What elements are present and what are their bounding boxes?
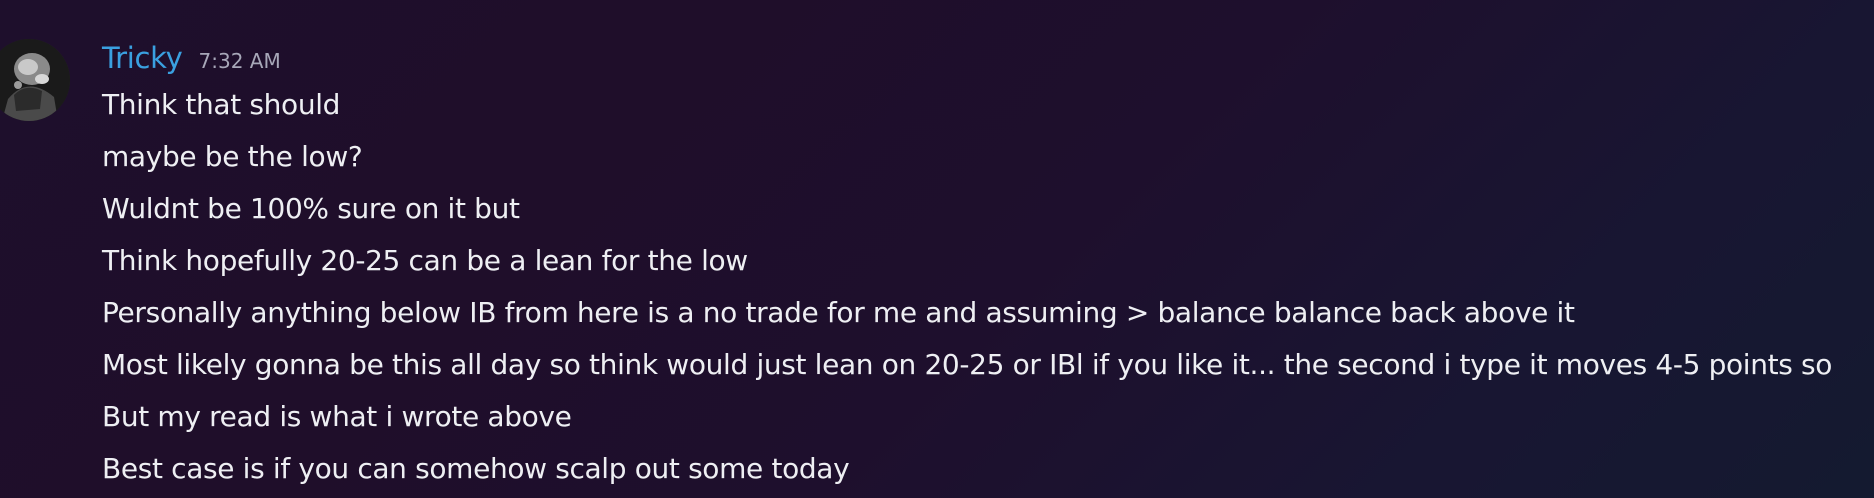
timestamp[interactable]: 7:32 AM (199, 49, 281, 73)
username[interactable]: Tricky (102, 41, 183, 75)
message-content: Tricky 7:32 AM Think that should maybe b… (102, 38, 1862, 495)
user-avatar-photo-icon (0, 39, 70, 121)
message-line: Personally anything below IB from here i… (102, 296, 1575, 329)
message-line: Think that should (102, 88, 341, 121)
message-line: Best case is if you can somehow scalp ou… (102, 452, 850, 485)
message-line: Wuldnt be 100% sure on it but (102, 192, 520, 225)
avatar[interactable] (0, 39, 70, 121)
chat-message: Tricky 7:32 AM Think that should maybe b… (0, 0, 1874, 498)
message-lines: Think that should maybe be the low? Wuld… (102, 79, 1862, 495)
message-line: But my read is what i wrote above (102, 400, 572, 433)
message-line: Most likely gonna be this all day so thi… (102, 348, 1833, 381)
message-line: maybe be the low? (102, 140, 363, 173)
message-header: Tricky 7:32 AM (102, 38, 1862, 78)
message-line: Think hopefully 20-25 can be a lean for … (102, 244, 748, 277)
